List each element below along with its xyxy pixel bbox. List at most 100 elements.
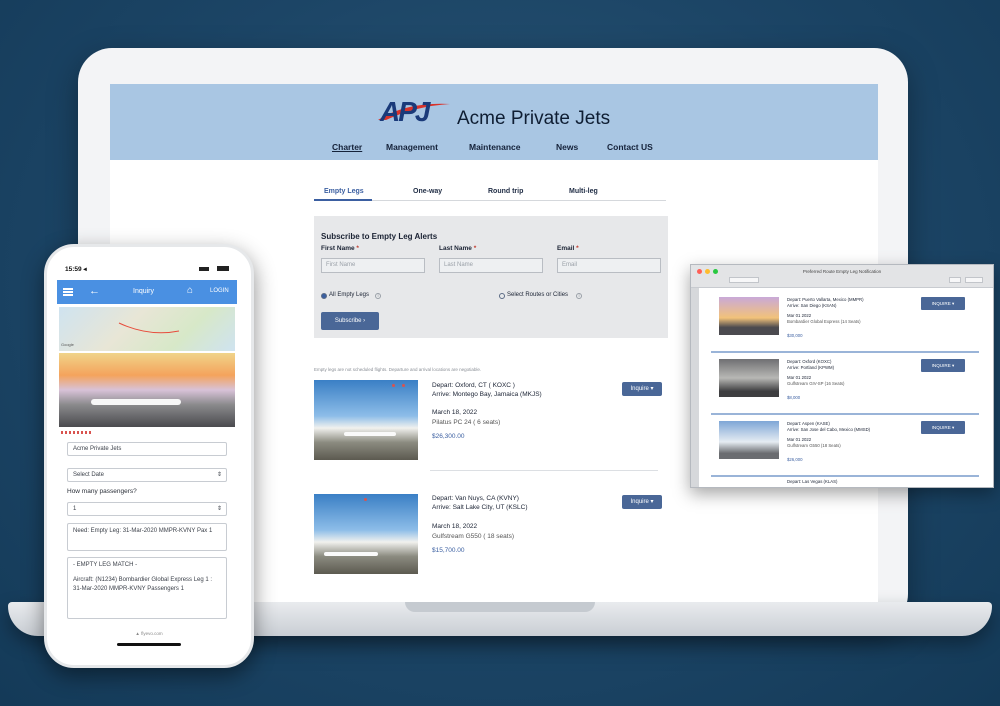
nav-contact[interactable]: Contact US (607, 142, 653, 152)
flight-1-date: March 18, 2022 (432, 409, 478, 416)
inquire-button[interactable]: Inquire ▾ (622, 382, 662, 396)
operator-field[interactable]: Acme Private Jets (67, 442, 227, 456)
window-titlebar: Preferred Route Empty Leg Notification (691, 265, 993, 288)
item-arrive: Arrive: San Jose del Cabo, Mexico (MMSD) (787, 427, 871, 432)
passengers-label: How many passengers? (67, 488, 137, 495)
phone-app-bar: ← Inquiry ⌂ LOGIN (57, 280, 237, 304)
nav-maintenance[interactable]: Maintenance (469, 142, 521, 152)
inquire-button[interactable]: INQUIRE ▾ (921, 421, 965, 434)
radio-select-label: Select Routes or Cities (507, 292, 569, 298)
flight-2-price: $15,700.00 (432, 547, 465, 554)
flight-2-date: March 18, 2022 (432, 523, 478, 530)
back-arrow-icon[interactable]: ← (89, 285, 100, 297)
flag-icon[interactable] (965, 277, 983, 283)
flight-2-arrive: Arrive: Salt Lake City, UT (KSLC) (432, 504, 528, 511)
tab-multi-leg[interactable]: Multi-leg (569, 188, 598, 195)
flight-photo (314, 380, 418, 460)
status-icons (199, 266, 229, 271)
item-aircraft: Gulfstream G550 (18 Seats) (787, 443, 841, 448)
info-icon[interactable]: i (375, 293, 381, 299)
carousel-dots[interactable] (61, 431, 91, 434)
tab-round-trip[interactable]: Round trip (488, 188, 523, 195)
radio-select-routes[interactable] (499, 293, 505, 299)
status-time: 15:59 ◂ (65, 266, 87, 273)
nav-news[interactable]: News (556, 142, 578, 152)
subscribe-title: Subscribe to Empty Leg Alerts (321, 232, 438, 241)
flight-2-depart: Depart: Van Nuys, CA (KVNY) (432, 495, 519, 502)
flight-1-aircraft: Pilatus PC 24 ( 6 seats) (432, 419, 501, 426)
toolbar-buttons[interactable] (729, 277, 759, 283)
home-indicator[interactable] (117, 643, 181, 646)
nav-management[interactable]: Management (386, 142, 438, 152)
jet-shape (344, 432, 396, 436)
first-name-label: First Name * (321, 245, 359, 252)
tab-active-indicator (314, 199, 372, 201)
carousel-dot[interactable] (364, 498, 367, 501)
jet-shape (324, 552, 378, 556)
item-arrive: Arrive: Portland (KPWM) (787, 365, 835, 370)
site-header: APJ Acme Private Jets Charter Management… (110, 84, 878, 160)
item-price: $30,000 (787, 333, 803, 338)
carousel-dot[interactable] (392, 384, 395, 387)
inquire-button[interactable]: INQUIRE ▾ (921, 359, 965, 372)
notification-window: Preferred Route Empty Leg Notification D… (690, 264, 994, 488)
logo-lettering: APJ (379, 96, 432, 127)
date-select[interactable]: Select Date ⇕ (67, 468, 227, 482)
disclaimer-text: Empty legs are not scheduled flights. De… (314, 367, 482, 372)
email-input[interactable]: Email (557, 258, 661, 273)
inquire-button[interactable]: Inquire ▾ (622, 495, 662, 509)
radio-all-label: All Empty Legs (329, 292, 370, 298)
subscribe-button[interactable]: Subscribe › (321, 312, 379, 330)
item-aircraft: Gulfstream GIV-SP (16 Seats) (787, 381, 845, 386)
laptop-notch (405, 602, 595, 612)
select-arrow-icon: ⇕ (216, 472, 222, 478)
flight-1-depart: Depart: Oxford, CT ( KOXC ) (432, 382, 515, 389)
flight-2-aircraft: Gulfstream G550 ( 18 seats) (432, 533, 515, 540)
battery-icon (217, 266, 229, 271)
print-icon[interactable] (949, 277, 961, 283)
item-price: $8,000 (787, 395, 801, 400)
flight-1-arrive: Arrive: Montego Bay, Jamaica (MKJS) (432, 391, 542, 398)
select-arrow-icon: ⇕ (216, 506, 222, 512)
match-details: Aircraft: (N1234) Bombardier Global Expr… (73, 577, 213, 592)
flight-1-price: $26,300.00 (432, 433, 465, 440)
carousel-dot[interactable] (402, 384, 405, 387)
info-icon[interactable]: i (576, 293, 582, 299)
brand-name: Acme Private Jets (457, 108, 611, 129)
passengers-value: 1 (73, 506, 77, 512)
subscribe-panel: Subscribe to Empty Leg Alerts First Name… (314, 216, 668, 338)
window-left-rail (691, 288, 699, 487)
item-photo (719, 297, 779, 335)
signal-icon (199, 267, 209, 271)
tab-one-way[interactable]: One-way (413, 188, 442, 195)
phone-footer: ▲ flyevo.com (135, 631, 163, 636)
login-link[interactable]: LOGIN (210, 288, 229, 294)
map-view[interactable]: Google (59, 307, 235, 351)
email-label: Email * (557, 245, 579, 252)
notification-item: Depart: Oxford (KOXC) Arrive: Portland (… (711, 355, 979, 415)
date-select-value: Select Date (73, 472, 105, 478)
last-name-input[interactable]: Last Name (439, 258, 543, 273)
nav-charter[interactable]: Charter (332, 142, 362, 152)
aircraft-photo (59, 353, 235, 427)
item-depart: Depart: Las Vegas (KLAS) (787, 479, 838, 484)
map-attribution: Google (61, 342, 74, 347)
item-photo (719, 421, 779, 459)
passengers-select[interactable]: 1 ⇕ (67, 502, 227, 516)
home-icon[interactable]: ⌂ (187, 285, 193, 296)
first-name-input[interactable]: First Name (321, 258, 425, 273)
apj-logo[interactable]: APJ (376, 94, 456, 128)
inquire-button[interactable]: INQUIRE ▾ (921, 297, 965, 310)
notification-item: Depart: Puerto Vallarta, Mexico (MMPR) A… (711, 293, 979, 353)
route-line (118, 322, 180, 334)
item-aircraft: Bombardier Global Express (14 Seats) (787, 319, 861, 324)
row-divider (430, 470, 658, 471)
tab-empty-legs[interactable]: Empty Legs (324, 188, 364, 195)
radio-all-empty-legs[interactable] (321, 293, 327, 299)
jet-shape (91, 399, 181, 405)
match-card: - EMPTY LEG MATCH - Aircraft: (N1234) Bo… (67, 557, 227, 619)
match-title: - EMPTY LEG MATCH - (73, 562, 138, 568)
item-arrive: Arrive: San Diego (KSAN) (787, 303, 837, 308)
menu-icon[interactable] (63, 288, 73, 296)
item-price: $26,000 (787, 457, 803, 462)
